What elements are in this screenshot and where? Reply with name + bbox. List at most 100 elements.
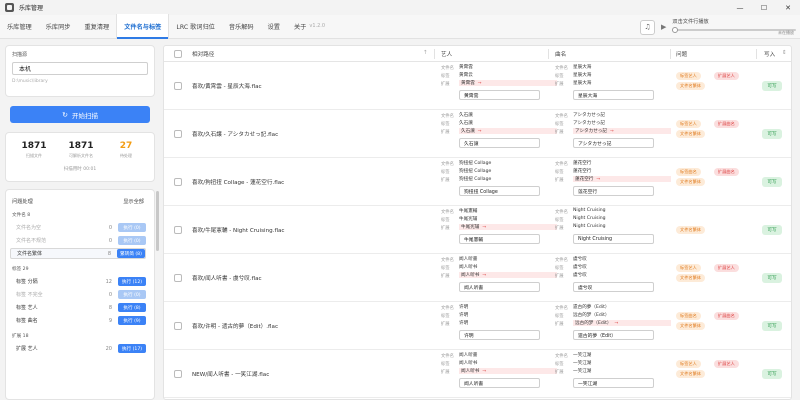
tab-about[interactable]: 关于 v1.2.0 [287,14,332,38]
start-scan-button[interactable]: ↻ 开始扫描 [10,106,150,123]
execute-button[interactable]: 繁转简 (8) [117,249,145,258]
execute-button[interactable]: 执行 (8) [118,303,146,312]
relative-path: 喜欢/久石譲 - アシタカせっ記.flac [192,132,279,138]
sort-up-icon[interactable]: ↑ [423,50,428,56]
row-checkbox[interactable] [174,226,182,234]
tab-library[interactable]: 乐库管理 [0,14,39,38]
table-row[interactable]: 喜欢/狗扭扭 Collage - 蓮花空行.flac 文件名 狗扭扭 Collage… [164,158,791,206]
tab-label: 文件名与标签 [124,23,162,31]
tab-sync[interactable]: 乐库同步 [39,14,78,38]
execute-button[interactable]: 执行 (12) [118,277,146,286]
progress-slider-knob[interactable] [672,27,679,33]
scan-source-label: 扫描源 [12,52,28,58]
title-input[interactable]: 一笑江湖 [573,378,654,388]
scan-source-select[interactable]: 本机 [12,62,148,75]
title-input[interactable]: Night Cruising [573,234,654,244]
row-checkbox[interactable] [174,274,182,282]
sort-icon[interactable]: ⇕ [782,50,787,56]
sidebar-scrollbar[interactable] [156,191,159,251]
title-file-value: Night Cruising [573,208,606,213]
relative-path: 喜欢/牛尾憲輔 - Night Cruising.flac [192,228,285,234]
close-button[interactable]: ✕ [776,0,800,15]
value-text: 远古的梦（Edit） [573,313,610,318]
row-checkbox[interactable] [174,370,182,378]
artist-input[interactable]: 许明 [459,330,540,340]
input-value: 闻人听書 [464,285,484,291]
minimize-button[interactable]: — [728,0,752,15]
issue-row[interactable]: 标签 曲名 9 执行 (9) [10,315,146,326]
issue-badge: 标签曲名 [676,168,701,176]
arrow-right-icon: → [477,81,482,86]
title-input[interactable]: 星辰大海 [573,90,654,100]
tab-settings[interactable]: 设置 [261,14,287,38]
artist-input[interactable]: 闻人听書 [459,378,540,388]
artist-tag-value: 黄霄云 [459,72,473,78]
issue-row[interactable]: 文件名繁体 8 繁转简 (8) [10,248,146,259]
field-label: 扩展 [441,226,450,231]
writable-badge: 可写 [762,369,782,379]
header-title[interactable]: 曲名 [555,50,566,58]
issue-row[interactable]: 文件名为空 0 执行 (0) [10,222,146,233]
header-issues[interactable]: 问题 [676,50,687,58]
music-note-icon[interactable]: ♫ [640,19,655,35]
issue-group-label: 扩展 18 [12,334,29,339]
issue-count: 8 [108,304,112,311]
issue-row[interactable]: 文件名不规范 0 执行 (0) [10,235,146,246]
tab-decode[interactable]: 音乐解码 [222,14,261,38]
row-checkbox[interactable] [174,130,182,138]
artist-input[interactable]: 牛尾憲輔 [459,234,540,244]
artist-input[interactable]: 闻人听書 [459,282,540,292]
field-label: 文件名 [555,114,568,119]
value-text: 久石譲 [459,113,473,118]
arrow-right-icon: → [482,225,487,230]
execute-button[interactable]: 执行 (0) [118,290,146,299]
row-checkbox[interactable] [174,322,182,330]
table-row[interactable]: NEW/闻人听書 - 一笑江湖.flac 文件名 闻人听書 标签 闻人听书 扩展 闻人听书 →… [164,350,791,398]
tab-dedupe[interactable]: 重复清理 [78,14,117,38]
issue-badge: 标签艺人 [676,264,701,272]
issue-row[interactable]: 标签 不完全 0 执行 (0) [10,289,146,300]
artist-input[interactable]: 久石譲 [459,138,540,148]
show-all-toggle[interactable]: 显示全部 [123,198,144,205]
issue-badge: 标签艺人 [676,120,701,128]
field-label: 文件名 [555,66,568,71]
title-input[interactable]: 虞兮叹 [573,282,654,292]
title-ext-value: 星辰大海 [573,80,591,86]
title-input[interactable]: アシタカせっ記 [573,138,654,148]
issue-row[interactable]: 扩展 艺人 20 执行 (17) [10,343,146,354]
table-row[interactable]: 喜欢/闻人听書 - 虞兮叹.flac 文件名 闻人听書 标签 闻人听书 扩展 闻人听书 → 闻人… [164,254,791,302]
input-value: 一笑江湖 [578,381,598,387]
title-file-value: 一笑江湖 [573,352,591,358]
execute-button[interactable]: 执行 (9) [118,316,146,325]
title-input[interactable]: 莲花空行 [573,186,654,196]
header-write[interactable]: 写入 [764,50,775,58]
issue-count: 20 [105,345,112,352]
row-checkbox[interactable] [174,178,182,186]
table-row[interactable]: 喜欢/许明 - 遗古的夢（Edit）.flac 文件名 许明 标签 许明 扩展 许明 许明 文件… [164,302,791,350]
play-icon[interactable]: ▶ [661,23,666,31]
execute-button[interactable]: 执行 (17) [118,344,146,353]
relative-path: NEW/闻人听書 - 一笑江湖.flac [192,372,270,378]
title-input[interactable]: 遗古的夢（Edit） [573,330,654,340]
title-ext-value: Night Cruising [573,224,606,229]
table-row[interactable]: 喜欢/黄霄雲 - 星辰大海.flac 文件名 黄霄雲 标签 黄霄云 扩展 黄霄雲 → 黄霄雲 文件… [164,62,791,110]
table-row[interactable]: 喜欢/久石譲 - アシタカせっ記.flac 文件名 久石譲 标签 久石譲 扩展 久石譲 → 久石… [164,110,791,158]
execute-button[interactable]: 执行 (0) [118,236,146,245]
header-path[interactable]: 相对路径 [192,50,214,58]
artist-input[interactable]: 黄霄雲 [459,90,540,100]
table-row[interactable]: 喜欢/牛尾憲輔 - Night Cruising.flac 文件名 牛尾憲輔 标签 牛尾… [164,206,791,254]
issue-row[interactable]: 标签 分隔 12 执行 (12) [10,276,146,287]
execute-button[interactable]: 执行 (0) [118,223,146,232]
row-checkbox[interactable] [174,82,182,90]
field-label: 扩展 [555,274,564,279]
issue-row[interactable]: 标签 艺人 8 执行 (8) [10,302,146,313]
artist-file-value: 闻人听書 [459,256,477,262]
field-label: 标签 [555,170,564,175]
artist-input[interactable]: 狗扭扭 Collage [459,186,540,196]
header-artist[interactable]: 艺人 [441,50,452,58]
select-all-checkbox[interactable] [174,50,182,58]
maximize-button[interactable]: ☐ [752,0,776,15]
title-bar: 乐库管理 — ☐ ✕ [0,0,800,15]
tab-filename-tags[interactable]: 文件名与标签 [116,14,170,39]
tab-lrc[interactable]: LRC 歌词归位 [169,14,221,38]
